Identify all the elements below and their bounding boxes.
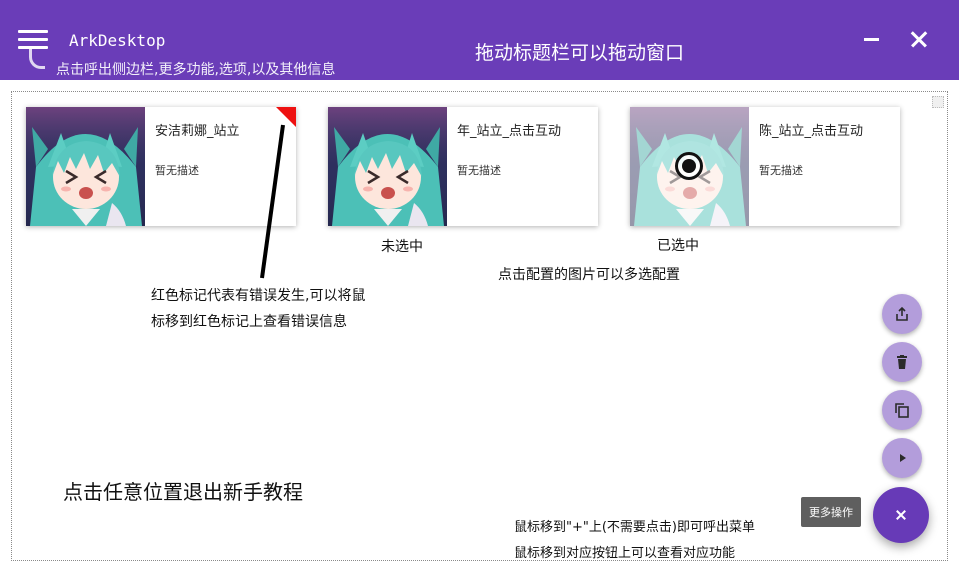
menu-hint-annotation: 点击呼出侧边栏,更多功能,选项,以及其他信息 bbox=[56, 62, 336, 78]
app-title: ArkDesktop bbox=[69, 31, 166, 50]
play-icon bbox=[900, 454, 906, 462]
fab-more-actions-button[interactable] bbox=[873, 487, 929, 543]
annotation-pointer-line bbox=[260, 124, 285, 279]
error-annotation-line2: 标移到红色标记上查看错误信息 bbox=[151, 314, 347, 330]
config-name: 陈_站立_点击互动 bbox=[759, 124, 864, 139]
title-bar[interactable]: ArkDesktop 点击呼出侧边栏,更多功能,选项,以及其他信息 拖动标题栏可… bbox=[0, 0, 959, 80]
delete-icon bbox=[897, 355, 907, 369]
minimize-icon[interactable] bbox=[857, 24, 887, 54]
share-icon bbox=[896, 306, 908, 321]
unselected-annotation: 未选中 bbox=[381, 239, 423, 255]
character-thumbnail bbox=[26, 107, 145, 226]
hamburger-menu-icon[interactable] bbox=[18, 30, 50, 74]
share-button[interactable] bbox=[882, 294, 922, 334]
config-card-selected[interactable]: 陈_站立_点击互动 暂无描述 bbox=[630, 107, 900, 226]
character-thumbnail bbox=[630, 107, 749, 226]
close-icon[interactable] bbox=[904, 24, 934, 54]
exit-tutorial-annotation: 点击任意位置退出新手教程 bbox=[63, 480, 303, 504]
config-description: 暂无描述 bbox=[457, 164, 501, 177]
selected-check-icon bbox=[675, 152, 703, 180]
copy-button[interactable] bbox=[882, 390, 922, 430]
selected-annotation: 已选中 bbox=[657, 238, 699, 254]
config-description: 暂无描述 bbox=[155, 164, 199, 177]
delete-button[interactable] bbox=[882, 342, 922, 382]
config-description: 暂无描述 bbox=[759, 164, 803, 177]
scrollbar[interactable] bbox=[932, 96, 944, 108]
config-name: 安洁莉娜_站立 bbox=[155, 124, 240, 139]
drag-hint-annotation: 拖动标题栏可以拖动窗口 bbox=[475, 42, 685, 64]
fab-hint-line1: 鼠标移到"+"上(不需要点击)即可呼出菜单 bbox=[514, 520, 755, 535]
config-name: 年_站立_点击互动 bbox=[457, 124, 562, 139]
config-card[interactable]: 年_站立_点击互动 暂无描述 bbox=[328, 107, 598, 226]
fab-hint-line2: 鼠标移到对应按钮上可以查看对应功能 bbox=[514, 546, 736, 561]
character-thumbnail bbox=[328, 107, 447, 226]
error-annotation-line1: 红色标记代表有错误发生,可以将鼠 bbox=[151, 288, 366, 304]
multi-select-annotation: 点击配置的图片可以多选配置 bbox=[498, 267, 680, 283]
fab-tooltip: 更多操作 bbox=[801, 497, 861, 527]
copy-icon bbox=[895, 403, 909, 418]
play-button[interactable] bbox=[882, 438, 922, 478]
